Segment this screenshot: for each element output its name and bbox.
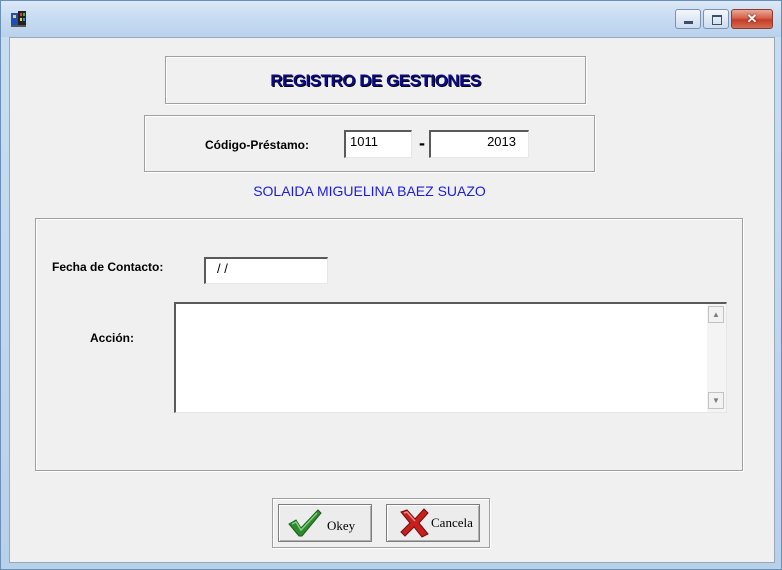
contact-details-panel: Fecha de Contacto: / / Acción: ▲ ▼ [35,218,743,471]
contact-date-input[interactable]: / / [204,257,328,284]
app-window: ✕ REGISTRO DE GESTIONES Código-Préstamo:… [0,0,782,570]
ok-button[interactable]: Okey [278,504,372,542]
loan-code-part1-input[interactable]: 1011 [344,130,412,158]
heading-panel: REGISTRO DE GESTIONES [165,56,586,104]
page-title: REGISTRO DE GESTIONES [270,71,481,90]
minimize-button[interactable] [675,9,701,29]
loan-code-separator: - [419,133,425,153]
loan-code-panel: Código-Préstamo: 1011 - 2013 [144,115,595,172]
cancel-button[interactable]: Cancela [386,504,480,542]
x-icon [400,508,429,538]
window-controls: ✕ [675,9,773,31]
loan-code-part1-value: 1011 [350,134,378,149]
contact-date-value: / / [217,261,228,276]
action-label: Acción: [90,331,135,345]
loan-code-part2-input[interactable]: 2013 [429,130,529,158]
maximize-button[interactable] [703,9,729,29]
contact-date-label: Fecha de Contacto: [52,260,164,274]
title-bar[interactable]: ✕ [1,1,781,37]
maximize-icon [712,15,722,25]
scroll-up-icon[interactable]: ▲ [708,306,724,323]
cancel-button-label: Cancela [431,515,473,530]
minimize-icon [684,21,693,24]
loan-code-label: Código-Préstamo: [205,138,310,152]
checkmark-icon [288,509,322,537]
app-icon [11,11,26,27]
close-icon: ✕ [746,11,758,26]
action-textarea[interactable]: ▲ ▼ [174,302,727,413]
action-buttons-group: Okey Cancela [272,498,490,548]
scroll-down-icon[interactable]: ▼ [708,392,724,409]
action-scrollbar[interactable]: ▲ ▼ [707,304,726,412]
close-button[interactable]: ✕ [731,9,773,29]
client-name: SOLAIDA MIGUELINA BAEZ SUAZO [253,183,486,199]
loan-code-part2-value: 2013 [487,134,516,149]
ok-button-label: Okey [327,518,356,533]
form-client-area: REGISTRO DE GESTIONES Código-Préstamo: 1… [9,37,775,563]
